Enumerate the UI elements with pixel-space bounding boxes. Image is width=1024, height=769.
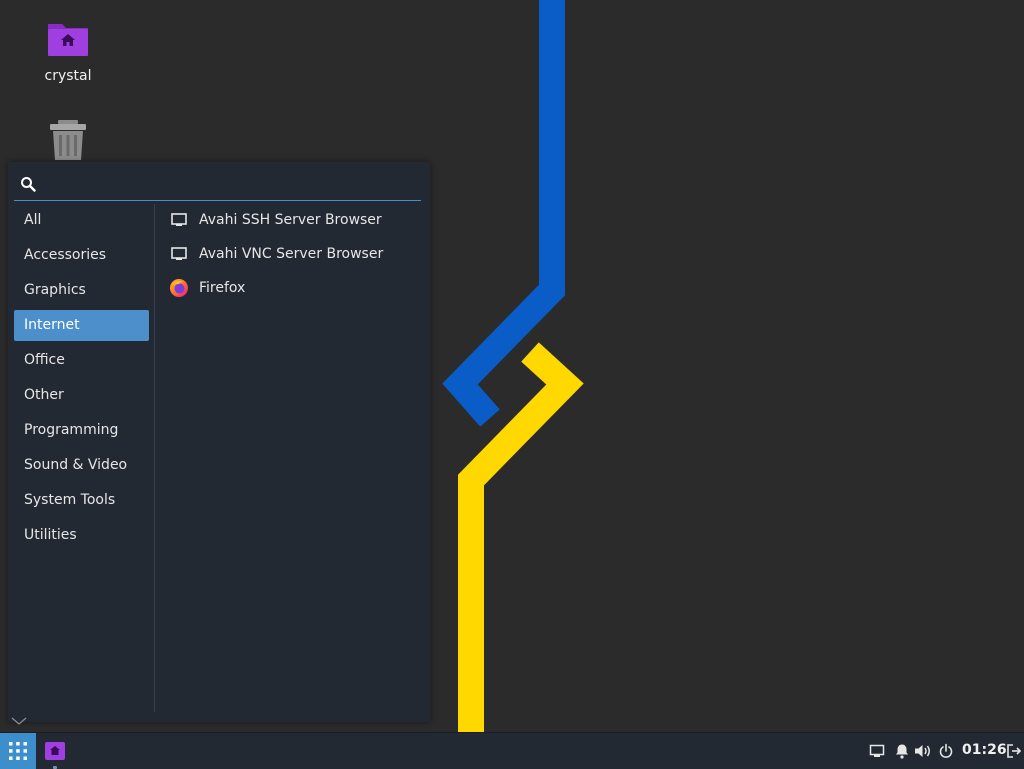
trash-icon [50, 120, 86, 160]
app-grid-icon [9, 742, 27, 760]
menu-button[interactable] [0, 733, 36, 769]
app-firefox[interactable]: Firefox [164, 273, 426, 303]
app-avahi-vnc-server-browser[interactable]: Avahi VNC Server Browser [164, 239, 426, 269]
monitor-icon [169, 210, 189, 230]
category-system-tools[interactable]: System Tools [14, 485, 149, 516]
application-menu: All Accessories Graphics Internet Office Othe… [8, 162, 430, 722]
search-input[interactable] [48, 170, 412, 198]
app-label: Avahi SSH Server Browser [199, 212, 382, 228]
category-graphics[interactable]: Graphics [14, 275, 149, 306]
desktop-icon-home[interactable]: crystal [18, 16, 118, 84]
taskbar-home-folder-icon[interactable] [44, 740, 66, 762]
power-icon[interactable] [938, 743, 954, 759]
category-utilities[interactable]: Utilities [14, 520, 149, 551]
app-avahi-ssh-server-browser[interactable]: Avahi SSH Server Browser [164, 205, 426, 235]
chevron-down-icon[interactable] [10, 716, 28, 726]
category-accessories[interactable]: Accessories [14, 240, 149, 271]
search-icon [21, 177, 36, 192]
taskbar: 01:26 [0, 732, 1024, 769]
app-list: Avahi SSH Server Browser Avahi VNC Server… [164, 205, 426, 307]
desktop-icon-label: crystal [44, 68, 92, 84]
volume-icon[interactable] [914, 743, 932, 759]
notification-bell-icon[interactable] [894, 743, 910, 759]
app-label: Avahi VNC Server Browser [199, 246, 384, 262]
category-office[interactable]: Office [14, 345, 149, 376]
search-bar [14, 168, 421, 201]
clock[interactable]: 01:26 [962, 742, 1007, 758]
app-label: Firefox [199, 280, 246, 296]
desktop-icon-trash[interactable] [18, 118, 118, 166]
home-folder-icon [48, 24, 88, 56]
category-all[interactable]: All [14, 205, 149, 236]
monitor-icon [169, 244, 189, 264]
menu-divider [154, 204, 155, 712]
display-icon[interactable] [869, 743, 885, 759]
firefox-icon [169, 278, 189, 298]
category-list: All Accessories Graphics Internet Office Othe… [14, 205, 149, 555]
category-programming[interactable]: Programming [14, 415, 149, 446]
category-sound-video[interactable]: Sound & Video [14, 450, 149, 481]
desktop: crystal All Accessories Graphics Internet Of… [0, 0, 1024, 732]
logout-icon[interactable] [1006, 743, 1022, 759]
category-other[interactable]: Other [14, 380, 149, 411]
category-internet[interactable]: Internet [14, 310, 149, 341]
